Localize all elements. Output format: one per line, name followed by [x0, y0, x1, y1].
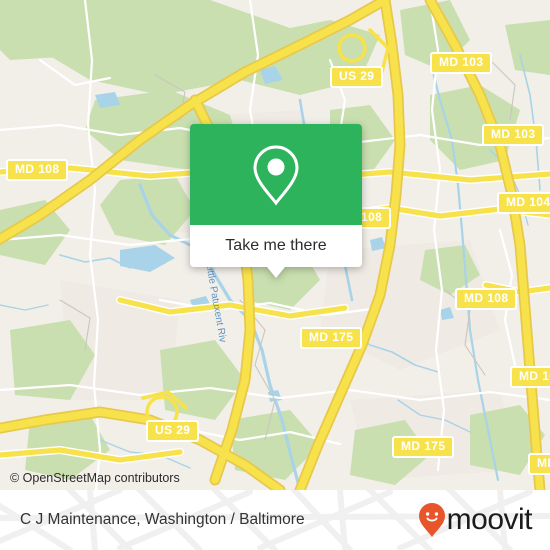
osm-attribution[interactable]: © OpenStreetMap contributors — [10, 471, 180, 485]
road-shield: MD 175 — [392, 436, 455, 458]
road-shield: MD 103 — [482, 124, 545, 146]
road-shield: MD 175 — [300, 327, 363, 349]
moovit-place-map-card: Little Patuxent Riv US 29 MD 103 MD 103 … — [0, 0, 550, 550]
map-pin-icon — [253, 144, 299, 205]
road-shield: MD 104 — [497, 192, 550, 214]
take-me-there-label: Take me there — [225, 237, 327, 254]
popup-pointer — [267, 267, 285, 278]
map-viewport[interactable]: Little Patuxent Riv US 29 MD 103 MD 103 … — [0, 0, 550, 490]
road-shield: US 29 — [330, 66, 384, 88]
road-shield: MD — [528, 453, 550, 475]
place-title: C J Maintenance, Washington / Baltimore — [20, 511, 305, 528]
road-shield: US 29 — [146, 420, 200, 442]
road-shield: MD 108 — [455, 288, 518, 310]
road-shield: MD 108 — [510, 366, 550, 388]
footer-bar: C J Maintenance, Washington / Baltimore … — [0, 490, 550, 550]
road-shield: MD 103 — [430, 52, 493, 74]
road-shield: MD 108 — [6, 159, 69, 181]
moovit-smiley-pin-icon — [418, 503, 445, 537]
place-popup-card[interactable]: Take me there — [190, 124, 362, 278]
moovit-logo[interactable]: moovit — [418, 502, 533, 538]
take-me-there-button[interactable]: Take me there — [190, 225, 362, 267]
moovit-wordmark: moovit — [446, 503, 533, 536]
popup-header — [190, 124, 362, 225]
